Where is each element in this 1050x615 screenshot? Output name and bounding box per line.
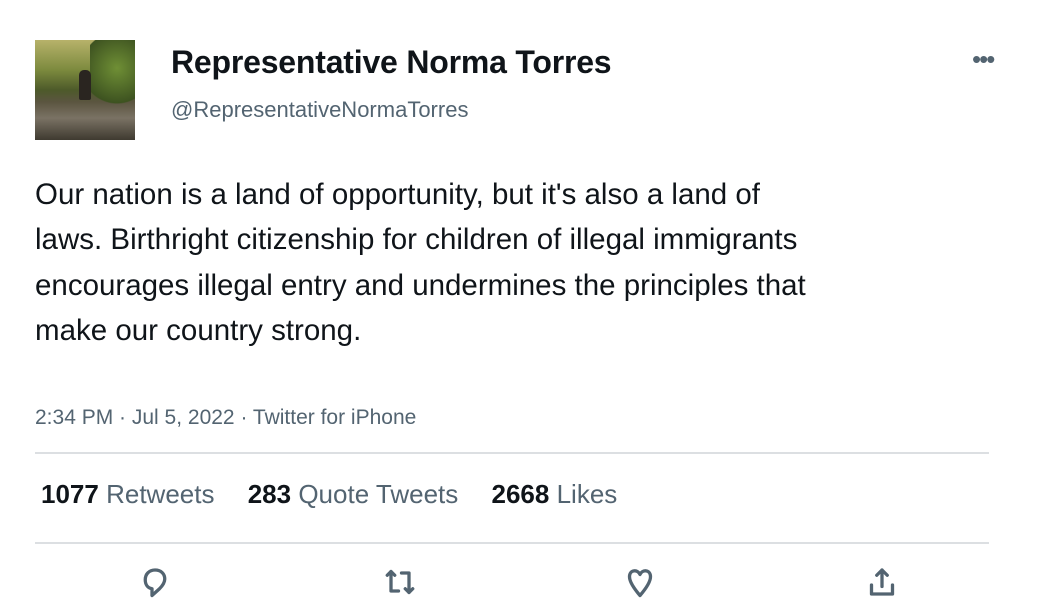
retweets-count: 1077 — [41, 479, 99, 509]
reply-button[interactable] — [137, 564, 173, 600]
retweet-button[interactable] — [382, 564, 418, 600]
tweet-stats: 1077 Retweets 283 Quote Tweets 2668 Like… — [41, 479, 643, 510]
quote-tweets-label: Quote Tweets — [298, 479, 459, 509]
tweet-text: Our nation is a land of opportunity, but… — [35, 178, 806, 347]
quote-tweets-stat[interactable]: 283 Quote Tweets — [248, 479, 459, 509]
retweet-icon — [385, 569, 415, 595]
divider — [35, 452, 989, 454]
retweets-label: Retweets — [106, 479, 215, 509]
avatar[interactable] — [35, 40, 135, 140]
retweets-stat[interactable]: 1077 Retweets — [41, 479, 214, 509]
reply-icon — [143, 568, 167, 598]
likes-stat[interactable]: 2668 Likes — [492, 479, 618, 509]
share-icon — [869, 568, 895, 596]
author-name[interactable]: Representative Norma Torres — [171, 44, 612, 81]
likes-label: Likes — [556, 479, 618, 509]
author-handle[interactable]: @RepresentativeNormaTorres — [171, 97, 468, 123]
like-button[interactable] — [622, 564, 658, 600]
more-options-icon[interactable]: ••• — [972, 44, 995, 75]
avatar-foliage — [90, 40, 135, 110]
likes-count: 2668 — [491, 479, 550, 509]
divider — [35, 542, 989, 544]
like-icon — [627, 569, 653, 598]
tweet-meta: 2:34 PM · Jul 5, 2022 · Twitter for iPho… — [35, 406, 417, 429]
quote-tweets-count: 283 — [247, 479, 292, 509]
share-button[interactable] — [864, 564, 900, 600]
avatar-figure — [79, 70, 91, 100]
